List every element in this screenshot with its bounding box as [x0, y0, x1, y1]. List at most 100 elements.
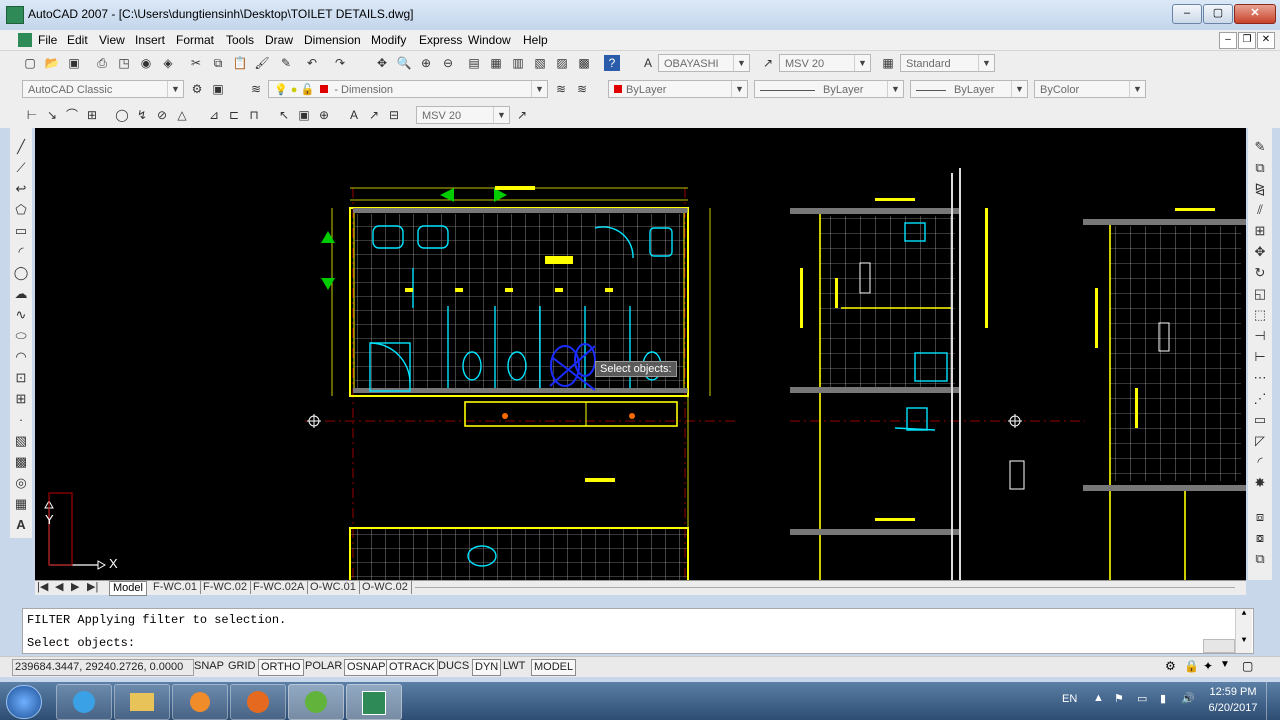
arc-length-icon[interactable]: ⌒	[64, 107, 80, 123]
markup-icon[interactable]: ▨	[554, 55, 570, 71]
menu-format[interactable]: Format	[174, 32, 216, 48]
properties-icon[interactable]: ▤	[466, 55, 482, 71]
table-icon[interactable]: ▦	[12, 495, 30, 513]
grid-toggle[interactable]: GRID	[226, 659, 258, 674]
multiline-text-icon[interactable]: A	[12, 516, 30, 534]
undo-icon[interactable]: ↶	[304, 55, 320, 71]
ie-taskbar-icon[interactable]	[56, 684, 112, 720]
text-style-icon[interactable]: A	[640, 55, 656, 71]
tab-f-wc-02a[interactable]: F-WC.02A	[250, 581, 309, 594]
make-current-layer-icon[interactable]: ≋	[553, 81, 569, 97]
menu-draw[interactable]: Draw	[263, 32, 295, 48]
model-toggle[interactable]: MODEL	[531, 659, 577, 676]
continue-dim-icon[interactable]: ⊓	[246, 107, 262, 123]
layer-select[interactable]: 💡 ● 🔓 - Dimension ▼	[268, 80, 548, 98]
move-icon[interactable]: ✥	[1251, 243, 1269, 261]
ellipse-arc-icon[interactable]: ◠	[12, 348, 30, 366]
tab-model[interactable]: Model	[109, 581, 147, 596]
camtasia-taskbar-icon[interactable]	[288, 684, 344, 720]
break-icon[interactable]: ⋰	[1251, 390, 1269, 408]
firefox-taskbar-icon[interactable]	[230, 684, 286, 720]
construction-line-icon[interactable]: ⟋	[12, 159, 30, 177]
lineweight-select[interactable]: ByLayer ▼	[910, 80, 1028, 98]
explode-icon[interactable]: ✸	[1251, 474, 1269, 492]
plotstyle-select[interactable]: ByColor ▼	[1034, 80, 1146, 98]
plot-icon[interactable]: ⎙	[94, 55, 110, 71]
hatch-icon[interactable]: ▧	[12, 432, 30, 450]
display-icon[interactable]: ▭	[1137, 692, 1147, 705]
stretch-icon[interactable]: ⬚	[1251, 306, 1269, 324]
tab-last-arrow[interactable]: ▶|	[87, 581, 98, 594]
redo-icon[interactable]: ↷	[332, 55, 348, 71]
tray-settings-icon[interactable]: ✦	[1203, 659, 1213, 673]
menu-dimension[interactable]: Dimension	[302, 32, 363, 48]
workspace-settings-icon[interactable]: ⚙	[189, 81, 205, 97]
dim-update-icon[interactable]: ⊟	[386, 107, 402, 123]
make-block-icon[interactable]: ⊞	[12, 390, 30, 408]
circle-icon[interactable]: ◯	[12, 264, 30, 282]
tolerance-icon[interactable]: ▣	[296, 107, 312, 123]
command-line[interactable]: FILTER Applying filter to selection. Sel…	[22, 608, 1254, 654]
tool-palettes-icon[interactable]: ▥	[510, 55, 526, 71]
ortho-toggle[interactable]: ORTHO	[258, 659, 304, 676]
dim-style-select-2[interactable]: MSV 20 ▼	[416, 106, 510, 124]
polygon-icon[interactable]: ⬠	[12, 201, 30, 219]
draw-order-front-icon[interactable]: ⧉	[1251, 550, 1269, 568]
copy-object-icon[interactable]: ⧉	[1251, 159, 1269, 177]
menu-help[interactable]: Help	[521, 32, 550, 48]
ellipse-icon[interactable]: ⬭	[12, 327, 30, 345]
ducs-toggle[interactable]: DUCS	[436, 659, 471, 674]
color-select[interactable]: ByLayer ▼	[608, 80, 748, 98]
draw-order-icon[interactable]: ⧈	[1251, 508, 1269, 526]
center-mark-icon[interactable]: ⊕	[316, 107, 332, 123]
show-desktop-button[interactable]	[1266, 682, 1280, 720]
save-icon[interactable]: ▣	[66, 55, 82, 71]
offset-icon[interactable]: ⫽	[1251, 201, 1269, 219]
rectangle-icon[interactable]: ▭	[12, 222, 30, 240]
lock-icon[interactable]: 🔒	[1184, 659, 1199, 673]
menu-file[interactable]: File	[36, 32, 59, 48]
coordinates-display[interactable]: 239684.3447, 29240.2726, 0.0000	[12, 659, 194, 676]
tab-o-wc-02[interactable]: O-WC.02	[359, 581, 412, 594]
region-icon[interactable]: ◎	[12, 474, 30, 492]
status-menu-chevron-icon[interactable]: ▼	[1220, 659, 1230, 670]
minimize-button[interactable]: –	[1172, 4, 1202, 24]
autocad-app-icon[interactable]	[6, 6, 24, 24]
join-icon[interactable]: ▭	[1251, 411, 1269, 429]
doc-close-button[interactable]: ✕	[1257, 32, 1275, 49]
gradient-icon[interactable]: ▩	[12, 453, 30, 471]
copy-icon[interactable]: ⧉	[210, 55, 226, 71]
match-properties-icon[interactable]: 🖌	[254, 55, 270, 71]
new-file-icon[interactable]: ▢	[22, 55, 38, 71]
otrack-toggle[interactable]: OTRACK	[386, 659, 438, 676]
publish-icon[interactable]: ◉	[138, 55, 154, 71]
3d-dwf-icon[interactable]: ◈	[160, 55, 176, 71]
block-editor-icon[interactable]: ✎	[278, 55, 294, 71]
diameter-dim-icon[interactable]: ⊘	[154, 107, 170, 123]
erase-icon[interactable]: ✎	[1251, 138, 1269, 156]
arc-icon[interactable]: ◜	[12, 243, 30, 261]
open-folder-icon[interactable]: 📂	[44, 55, 60, 71]
rotate-icon[interactable]: ↻	[1251, 264, 1269, 282]
menu-edit[interactable]: Edit	[65, 32, 90, 48]
insert-block-icon[interactable]: ⊡	[12, 369, 30, 387]
mirror-icon[interactable]: ⧎	[1251, 180, 1269, 198]
menu-tools[interactable]: Tools	[224, 32, 256, 48]
maximize-button[interactable]: ▢	[1203, 4, 1233, 24]
text-style-select[interactable]: OBAYASHI ▼	[658, 54, 750, 72]
sheet-set-icon[interactable]: ▧	[532, 55, 548, 71]
menu-insert[interactable]: Insert	[133, 32, 167, 48]
tab-o-wc-01[interactable]: O-WC.01	[307, 581, 360, 594]
point-icon[interactable]: ·	[12, 411, 30, 429]
paste-icon[interactable]: 📋	[232, 55, 248, 71]
polar-toggle[interactable]: POLAR	[303, 659, 344, 674]
lwt-toggle[interactable]: LWT	[501, 659, 527, 674]
tab-f-wc-02[interactable]: F-WC.02	[200, 581, 251, 594]
linear-dim-icon[interactable]: ⊢	[24, 107, 40, 123]
menu-view[interactable]: View	[97, 32, 127, 48]
aligned-dim-icon[interactable]: ↘	[44, 107, 60, 123]
help-icon[interactable]: ?	[604, 55, 620, 71]
extend-icon[interactable]: ⊢	[1251, 348, 1269, 366]
ordinate-dim-icon[interactable]: ⊞	[84, 107, 100, 123]
action-center-icon[interactable]: ⚑	[1114, 692, 1124, 705]
